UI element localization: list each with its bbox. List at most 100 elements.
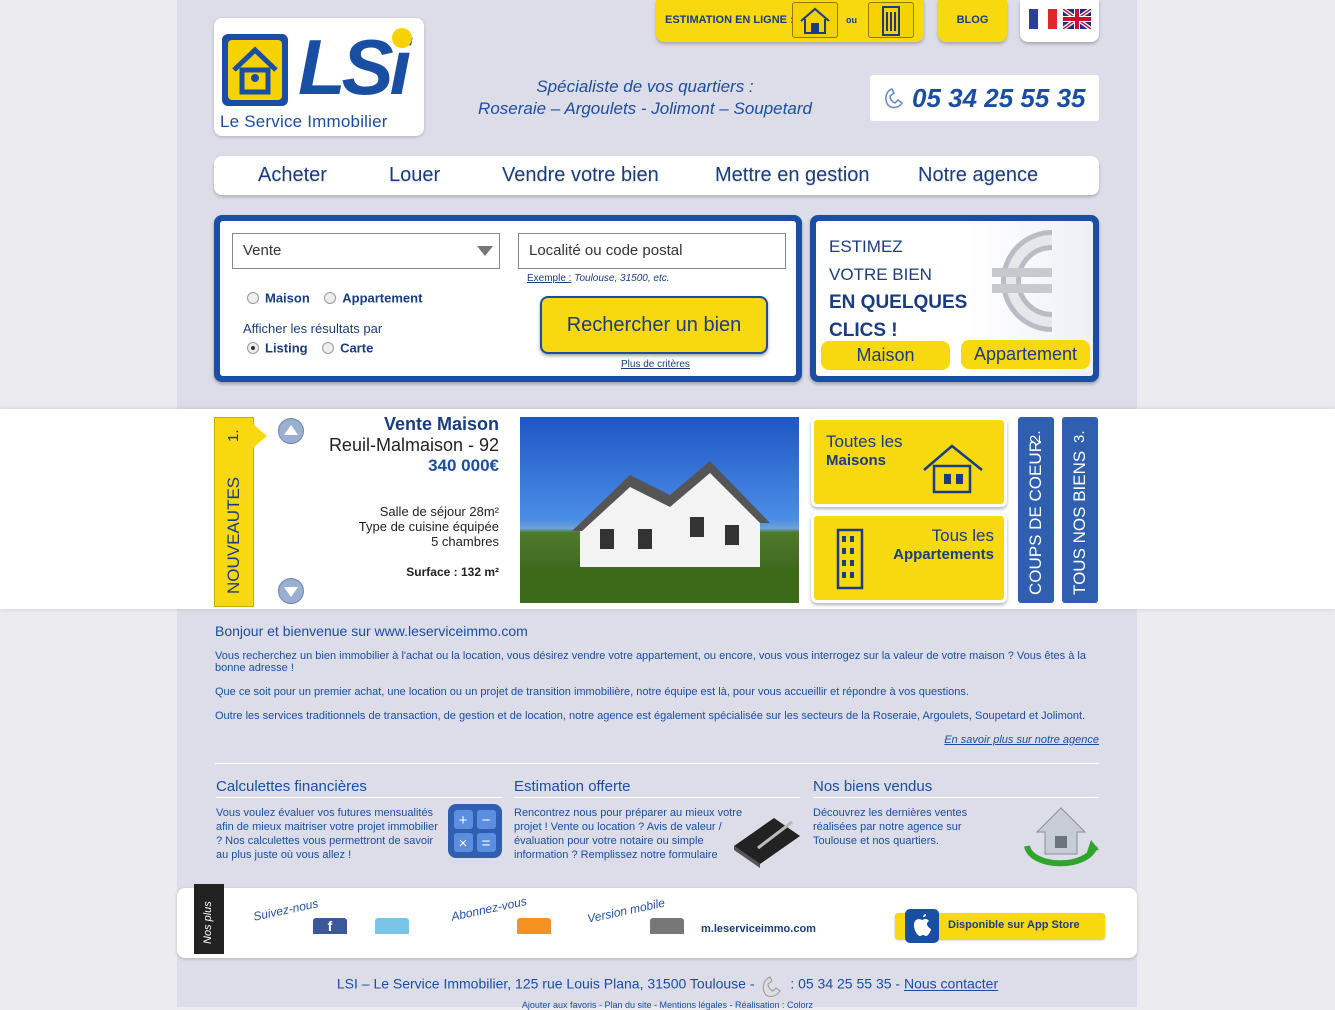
calculator-icon: + − × = <box>446 802 504 865</box>
facebook-icon[interactable]: f <box>313 918 347 934</box>
service-estimation[interactable]: Estimation offerte Rencontrez nous pour … <box>514 778 800 868</box>
logo-letters: LSi <box>298 23 411 111</box>
svg-text:×: × <box>459 835 468 852</box>
all-houses-card[interactable]: Toutes les Maisons <box>811 417 1007 507</box>
language-tab <box>1020 0 1099 42</box>
agency-more-link[interactable]: En savoir plus sur notre agence <box>944 734 1099 746</box>
online-estimation-tab: ESTIMATION EN LIGNE : ou <box>656 0 924 42</box>
phone-icon <box>882 87 906 114</box>
listing-feature-3: 5 chambres <box>431 534 499 549</box>
estimate-text: ESTIMEZ VOTRE BIEN EN QUELQUES CLICS ! <box>829 233 967 345</box>
estimation-title: Estimation offerte <box>514 778 631 795</box>
mobile-url[interactable]: m.leserviceimmo.com <box>701 923 816 935</box>
sold-title: Nos biens vendus <box>813 778 933 795</box>
sold-house-icon <box>1021 796 1101 879</box>
contact-link[interactable]: Nous contacter <box>904 976 998 992</box>
search-button[interactable]: Rechercher un bien <box>540 296 768 354</box>
listing-surface: Surface : 132 m² <box>406 565 499 579</box>
radio-carte[interactable] <box>322 341 335 354</box>
french-flag-icon[interactable] <box>1029 9 1057 29</box>
tagline: Spécialiste de vos quartiers : Roseraie … <box>440 76 850 120</box>
radio-listing[interactable] <box>247 341 259 354</box>
twitter-icon[interactable] <box>375 918 409 934</box>
listing-feature-2: Type de cuisine équipée <box>358 519 499 534</box>
sold-text: Découvrez les dernières ventes réalisées… <box>813 807 968 847</box>
estimate-line-2: VOTRE BIEN <box>829 265 932 284</box>
logo-subtitle: Le Service Immobilier <box>220 112 388 131</box>
apartment-estimate-icon[interactable] <box>868 2 914 38</box>
all-houses-line-1: Toutes les <box>826 432 903 451</box>
display-label: Afficher les résultats par <box>243 321 383 336</box>
location-input[interactable]: Localité ou code postal <box>518 233 786 269</box>
transaction-value: Vente <box>243 242 282 259</box>
service-sold[interactable]: Nos biens vendus Découvrez les dernières… <box>813 778 1099 867</box>
euro-icon <box>982 222 1092 345</box>
listing-photo[interactable] <box>520 417 799 603</box>
estimate-line-1: ESTIMEZ <box>829 237 903 256</box>
english-flag-icon[interactable] <box>1061 7 1093 31</box>
nav-vendre[interactable]: Vendre votre bien <box>502 164 659 187</box>
app-store-label: Disponible sur App Store <box>948 919 1080 931</box>
nav-louer[interactable]: Louer <box>389 164 440 187</box>
welcome-paragraph-3: Outre les services traditionnels de tran… <box>215 710 1086 722</box>
label-appartement: Appartement <box>342 290 423 306</box>
blog-tab[interactable]: BLOG <box>938 0 1007 42</box>
type-radio-group: Maison Appartement <box>247 289 422 307</box>
mobile-phone-icon <box>650 918 684 934</box>
radio-maison[interactable] <box>247 291 259 304</box>
location-example: Exemple : Toulouse, 31500, etc. <box>527 273 670 284</box>
footer-phone: : 05 34 25 55 35 - <box>790 975 901 992</box>
listing-feature-1: Salle de séjour 28m² <box>379 504 499 519</box>
blog-label: BLOG <box>956 14 989 26</box>
house-icon <box>920 440 990 501</box>
estimate-maison-button[interactable]: Maison <box>821 341 950 370</box>
chevron-down-icon <box>475 244 495 262</box>
all-apartments-card[interactable]: Tous les Appartements <box>811 513 1007 603</box>
welcome-paragraph-2: Que ce soit pour un premier achat, une l… <box>215 686 969 698</box>
tous-num: 3. <box>1071 430 1088 443</box>
main-nav: Acheter Louer Vendre votre bien Mettre e… <box>214 156 1099 195</box>
label-listing: Listing <box>265 340 308 356</box>
service-calculators[interactable]: Calculettes financières Vous voulez éval… <box>216 778 502 862</box>
label-maison: Maison <box>265 290 310 306</box>
or-label: ou <box>846 15 857 25</box>
rss-icon[interactable] <box>517 918 551 934</box>
app-store-button[interactable]: Disponible sur App Store <box>895 909 1105 943</box>
footer-links[interactable]: Ajouter aux favoris - Plan du site - Men… <box>0 1000 1335 1010</box>
display-radio-group: Listing Carte <box>247 339 373 357</box>
svg-text:+: + <box>459 812 468 829</box>
more-criteria-link[interactable]: Plus de critères <box>621 359 690 370</box>
estimation-text: Rencontrez nous pour préparer au mieux v… <box>514 807 743 861</box>
estimate-line-3: EN QUELQUES <box>829 292 968 313</box>
coups-num: 2. <box>1027 430 1044 443</box>
nos-plus-tab: Nos plus <box>194 884 224 954</box>
location-placeholder: Localité ou code postal <box>529 242 683 259</box>
phone-number[interactable]: 05 34 25 55 35 <box>912 83 1086 114</box>
radio-appartement[interactable] <box>324 291 337 304</box>
nouveautes-tab[interactable]: NOUVEAUTES 1. <box>214 417 267 607</box>
estimate-appartement-button[interactable]: Appartement <box>961 340 1090 369</box>
house-logo-icon <box>222 34 288 106</box>
tous-label: TOUS NOS BIENS <box>1070 450 1089 595</box>
tab-pointer <box>253 424 267 448</box>
nav-gestion[interactable]: Mettre en gestion <box>715 164 870 187</box>
all-apartments-line-2: Appartements <box>893 546 994 563</box>
site-logo[interactable]: LSi Le Service Immobilier <box>214 18 424 136</box>
house-estimate-icon[interactable] <box>792 2 838 38</box>
welcome-title: Bonjour et bienvenue sur www.leserviceim… <box>215 623 528 639</box>
arrow-down-icon[interactable] <box>278 578 304 604</box>
calculators-title: Calculettes financières <box>216 778 367 795</box>
example-value: Toulouse, 31500, etc. <box>574 273 670 284</box>
listing-title[interactable]: Vente Maison <box>300 414 499 435</box>
transaction-select[interactable]: Vente <box>232 233 500 269</box>
all-apartments-line-1: Tous les <box>931 526 994 545</box>
tous-nos-biens-tab[interactable]: TOUS NOS BIENS 3. <box>1062 417 1098 603</box>
footer-line: LSI – Le Service Immobilier, 125 rue Lou… <box>0 975 1335 997</box>
nouveautes-num: 1. <box>225 429 242 442</box>
tagline-line-1: Spécialiste de vos quartiers : <box>536 77 754 96</box>
welcome-paragraph-1: Vous recherchez un bien immobilier à l'a… <box>215 650 1086 674</box>
nav-agence[interactable]: Notre agence <box>918 164 1038 187</box>
coups-de-coeur-tab[interactable]: COUPS DE COEUR 2. <box>1018 417 1054 603</box>
divider <box>215 763 1099 764</box>
nav-acheter[interactable]: Acheter <box>258 164 327 187</box>
